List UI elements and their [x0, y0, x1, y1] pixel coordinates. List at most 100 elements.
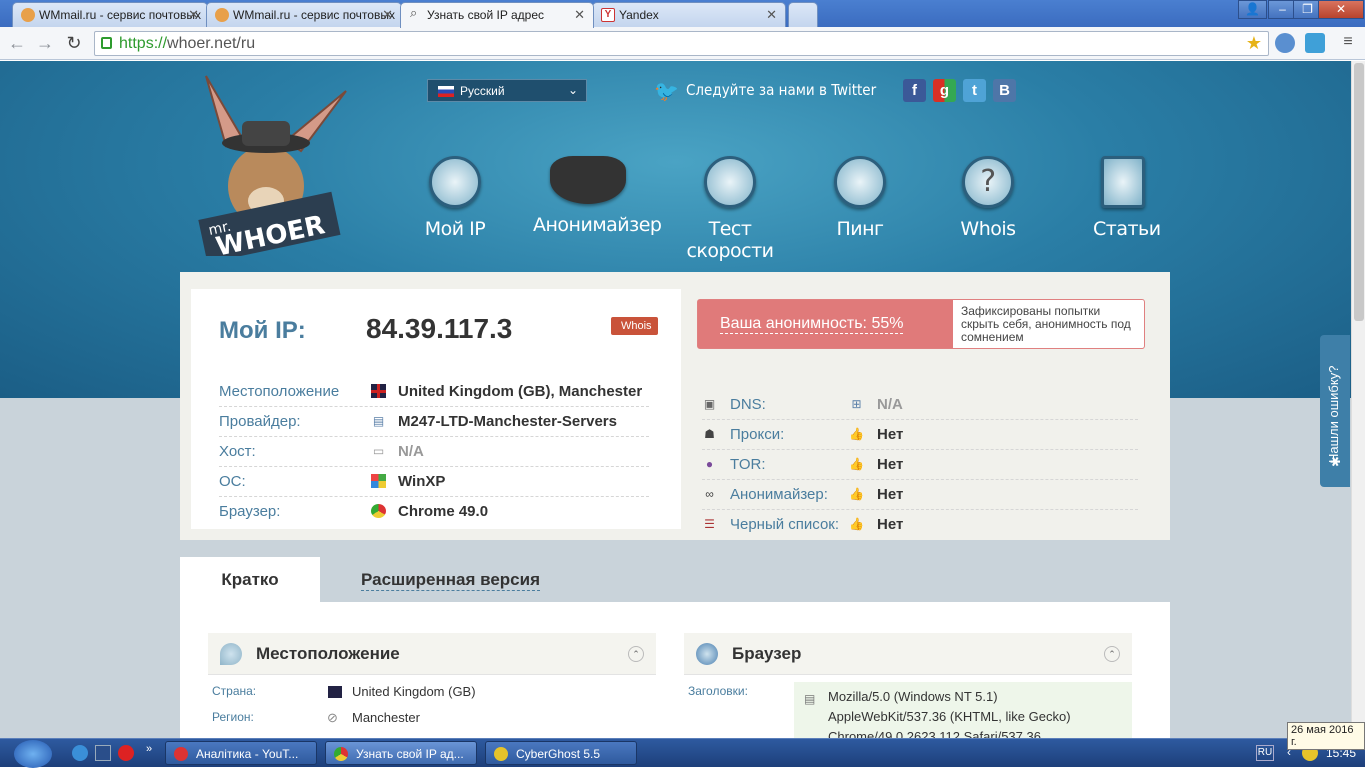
language-select[interactable]: Русский ⌄ — [427, 79, 587, 102]
vkontakte-icon[interactable]: B — [993, 79, 1016, 102]
extension-icon[interactable] — [1275, 33, 1295, 53]
browser-tab-title: Yandex — [619, 8, 659, 22]
browser-tab[interactable]: Y Yandex ✕ — [592, 2, 786, 27]
row-value: Нет — [877, 426, 904, 443]
row-value: Нет — [877, 486, 904, 503]
details-tab-bar: Кратко Расширенная версия — [180, 557, 1170, 602]
browser-tab-active[interactable]: ⌕ Узнать свой IP адрес ✕ — [400, 2, 594, 28]
my-ip-label: Мой IP: — [219, 317, 306, 344]
start-button[interactable] — [14, 740, 52, 768]
close-tab-icon[interactable]: ✕ — [766, 7, 777, 23]
section-title: Браузер — [732, 644, 802, 663]
browser-tab[interactable]: WMmail.ru - сервис почтовых ✕ — [206, 2, 402, 27]
new-tab-button[interactable] — [788, 2, 818, 27]
taskbar-window-title: Узнать свой IP ад... — [356, 747, 464, 761]
ip-info-card: Мой IP: 84.39.117.3 Whois Местоположение… — [180, 272, 1170, 540]
row-value: Manchester — [352, 710, 420, 725]
twitter-follow-link[interactable]: 🐦 Следуйте за нами в Twitter — [654, 79, 877, 103]
mr-whoer-logo[interactable]: mr. WHOER — [186, 71, 348, 264]
nav-speed-test[interactable]: Тест скорости — [675, 156, 785, 262]
back-arrow-icon[interactable]: ← — [6, 33, 28, 54]
desktop-icon[interactable] — [95, 745, 111, 761]
thumbs-up-icon: 👍 — [849, 487, 864, 501]
user-agent-line: AppleWebKit/537.36 (KHTML, like Gecko) — [828, 709, 1071, 724]
close-window-button[interactable]: ✕ — [1318, 0, 1364, 19]
user-agent-line: Mozilla/5.0 (Windows NT 5.1) — [828, 689, 998, 704]
row-label: Заголовки: — [688, 684, 748, 698]
nav-whois[interactable]: ? Whois — [958, 156, 1018, 240]
taskbar-window-title: CyberGhost 5.5 — [516, 747, 601, 761]
blacklist-row: ☰ Черный список: 👍 Нет — [702, 510, 1138, 540]
google-icon[interactable]: g — [933, 79, 956, 102]
row-label: TOR: — [730, 456, 766, 473]
hat-glasses-icon — [550, 156, 626, 204]
windows-taskbar: » Аналітика - YouT... Узнать свой IP ад.… — [0, 738, 1365, 768]
forward-arrow-icon[interactable]: → — [34, 33, 56, 54]
facebook-icon[interactable]: f — [903, 79, 926, 102]
nav-my-ip[interactable]: Мой IP — [420, 156, 490, 240]
opera-icon[interactable] — [118, 745, 134, 761]
row-label: ОС: — [219, 473, 246, 490]
internet-explorer-icon[interactable] — [72, 745, 88, 761]
page-scrollbar[interactable] — [1351, 61, 1365, 738]
scrollbar-thumb[interactable] — [1354, 63, 1364, 321]
close-tab-icon[interactable]: ✕ — [188, 7, 199, 23]
nav-ping[interactable]: Пинг — [830, 156, 890, 240]
url-protocol: https:// — [119, 35, 168, 52]
whois-badge-button[interactable]: Whois — [611, 317, 658, 335]
nav-label: Тест скорости — [686, 218, 774, 262]
reload-icon[interactable]: ↻ — [63, 33, 85, 54]
row-value: N/A — [877, 396, 903, 413]
date-tooltip: 26 мая 2016 г. — [1287, 722, 1365, 750]
location-section-header[interactable]: Местоположение ⌃ — [208, 633, 656, 675]
ip-address-value[interactable]: 84.39.117.3 — [366, 313, 512, 345]
menu-icon[interactable]: ≡ — [1337, 33, 1359, 51]
anonymity-score-link[interactable]: Ваша анонимность: 55% — [720, 315, 904, 334]
taskbar-window-button-active[interactable]: Узнать свой IP ад... — [325, 741, 477, 765]
section-title: Местоположение — [256, 644, 400, 663]
row-value: Нет — [877, 456, 904, 473]
tor-onion-icon: ● — [705, 457, 714, 471]
close-tab-icon[interactable]: ✕ — [382, 7, 393, 23]
feedback-label: Нашли ошибку? — [1326, 365, 1341, 463]
document-icon — [1101, 156, 1145, 208]
url-text[interactable]: https://whoer.net/ru — [119, 35, 255, 53]
profile-icon[interactable]: 👤 — [1238, 0, 1267, 19]
bookmark-star-icon[interactable]: ★ — [1246, 33, 1262, 54]
chevron-down-icon: ⌄ — [567, 83, 578, 97]
twitter-icon[interactable]: t — [963, 79, 986, 102]
anonymity-box[interactable]: Ваша анонимность: 55% Зафиксированы попы… — [697, 299, 1145, 349]
yandex-favicon-icon: Y — [601, 8, 615, 22]
document-icon: ▤ — [804, 692, 816, 706]
taskbar-window-button[interactable]: CyberGhost 5.5 — [485, 741, 637, 765]
network-icon: ⊞ — [851, 397, 862, 411]
row-value: Нет — [877, 516, 904, 533]
twitter-follow-text: Следуйте за нами в Twitter — [686, 81, 877, 99]
keyboard-language-indicator[interactable]: RU — [1256, 745, 1274, 761]
anonymity-description: Зафиксированы попытки скрыть себя, анони… — [961, 304, 1131, 344]
browser-tab-title: WMmail.ru - сервис почтовых — [233, 8, 395, 22]
browser-tab-title: WMmail.ru - сервис почтовых — [39, 8, 201, 22]
address-bar[interactable]: https://whoer.net/ru ★ — [94, 31, 1269, 56]
row-label: Прокси: — [730, 426, 785, 443]
tab-brief[interactable]: Кратко — [180, 557, 320, 602]
chevron-up-icon[interactable]: ⌃ — [1104, 646, 1120, 662]
browser-tab-strip: WMmail.ru - сервис почтовых ✕ WMmail.ru … — [0, 0, 1365, 28]
nav-articles[interactable]: Статьи — [1093, 156, 1161, 240]
browser-tab[interactable]: WMmail.ru - сервис почтовых ✕ — [12, 2, 208, 27]
thumbs-up-icon: 👍 — [849, 517, 864, 531]
taskbar-window-button[interactable]: Аналітика - YouT... — [165, 741, 317, 765]
feedback-tab[interactable]: Нашли ошибку? ✱ — [1320, 335, 1350, 487]
close-tab-icon[interactable]: ✕ — [574, 7, 585, 23]
row-value: United Kingdom (GB), Manchester — [398, 383, 643, 400]
tab-extended[interactable]: Расширенная версия — [361, 570, 541, 591]
provider-row: Провайдер: ▤ M247-LTD-Manchester-Servers — [219, 407, 649, 437]
extension-icon[interactable] — [1305, 33, 1325, 53]
nav-anonymizer[interactable]: Анонимайзер — [533, 156, 662, 236]
more-icon[interactable]: » — [146, 743, 152, 755]
location-row: Местоположение United Kingdom (GB), Manc… — [219, 377, 649, 407]
chevron-up-icon[interactable]: ⌃ — [628, 646, 644, 662]
browser-section-header[interactable]: Браузер ⌃ — [684, 633, 1132, 675]
map-pin-icon — [220, 643, 242, 665]
row-label: Местоположение — [219, 383, 340, 400]
